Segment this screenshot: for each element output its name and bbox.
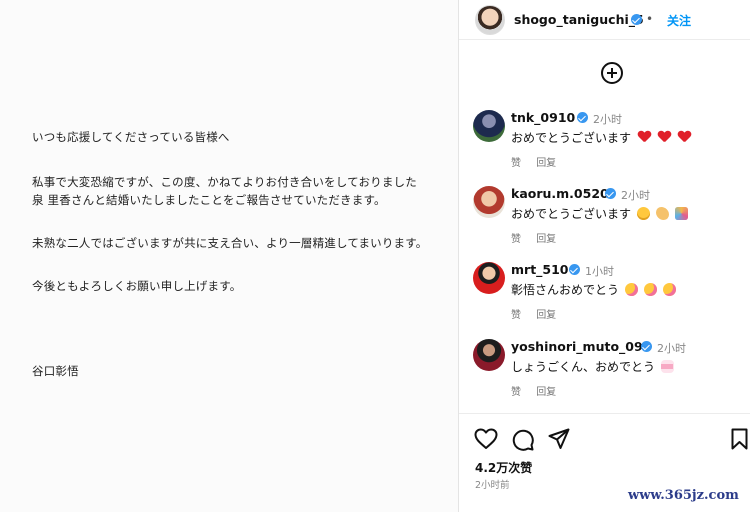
reply-button[interactable]: 回复 <box>536 234 556 245</box>
commenter-avatar[interactable] <box>473 186 505 218</box>
reply-button[interactable]: 回复 <box>536 158 556 169</box>
comment-actions: 赞 回复 <box>511 230 568 245</box>
like-comment-button[interactable]: 赞 <box>511 310 521 321</box>
commenter-username[interactable]: yoshinori_muto_09 <box>511 339 643 354</box>
post-image-letter: いつも応援してくださっている皆様へ 私事で大変恐縮ですが、この度、かねてよりお付… <box>0 0 458 512</box>
red-heart-icon <box>638 131 651 143</box>
commenter-avatar[interactable] <box>473 339 505 371</box>
verified-badge-icon <box>569 264 580 275</box>
like-heart-icon[interactable] <box>474 428 498 450</box>
verified-badge-icon <box>605 188 616 199</box>
red-heart-icon <box>658 131 671 143</box>
comment-actions: 赞 回复 <box>511 383 568 398</box>
comment-actions: 赞 回复 <box>511 154 568 169</box>
save-bookmark-icon[interactable] <box>731 428 748 450</box>
comment-text: おめでとうございます <box>511 205 688 222</box>
separator-dot: • <box>646 12 654 26</box>
letter-line: 未熟な二人ではございますが共に支え合い、より一層精進してまいります。 <box>32 236 428 250</box>
post-side-panel: shogo_taniguchi_5 • 关注 tnk_0910 2小时 おめでと… <box>459 0 750 512</box>
follow-button[interactable]: 关注 <box>667 12 691 29</box>
add-plus-icon[interactable] <box>601 62 623 84</box>
face-blowing-kiss-icon <box>643 283 657 296</box>
comment-time: 2小时 <box>657 342 686 355</box>
commenter-username[interactable]: tnk_0910 <box>511 110 575 125</box>
action-bar-divider <box>459 413 750 414</box>
like-comment-button[interactable]: 赞 <box>511 158 521 169</box>
face-blowing-kiss-icon <box>624 283 638 296</box>
reply-button[interactable]: 回复 <box>536 387 556 398</box>
letter-signature: 谷口彰悟 <box>32 364 79 378</box>
commenter-username[interactable]: kaoru.m.0520 <box>511 186 609 201</box>
comment-time: 1小时 <box>585 265 614 278</box>
ribbon-icon <box>660 360 674 373</box>
comment-item: mrt_510 1小时 彰悟さんおめでとう 赞 回复 <box>459 262 750 340</box>
post-header: shogo_taniguchi_5 • 关注 <box>459 0 750 40</box>
comment-text-body: おめでとうございます <box>511 131 632 145</box>
author-avatar[interactable] <box>475 5 505 35</box>
comment-text-body: おめでとうございます <box>511 207 632 221</box>
comment-item: yoshinori_muto_09 2小时 しょうごくん、おめでとう 赞 回复 <box>459 339 750 417</box>
comment-actions: 赞 回复 <box>511 306 568 321</box>
likes-count[interactable]: 4.2万次赞 <box>475 459 532 476</box>
comment-text-body: 彰悟さんおめでとう <box>511 283 620 297</box>
comment-time: 2小时 <box>593 113 622 126</box>
comment-item: kaoru.m.0520 2小时 おめでとうございます 赞 回复 <box>459 186 750 264</box>
comment-text: おめでとうございます <box>511 129 691 146</box>
letter-line: 泉 里香さんと結婚いたしましたことをご報告させていただきます。 <box>32 193 386 207</box>
clapping-hands-icon <box>655 207 669 220</box>
comment-text-body: しょうごくん、おめでとう <box>511 360 656 374</box>
author-username[interactable]: shogo_taniguchi_5 <box>514 12 644 27</box>
watermark: www.365jz.com <box>624 488 743 503</box>
party-popper-icon <box>674 207 688 220</box>
red-heart-icon <box>678 131 691 143</box>
verified-badge-icon <box>577 112 588 123</box>
reply-button[interactable]: 回复 <box>536 310 556 321</box>
commenter-username[interactable]: mrt_510 <box>511 262 569 277</box>
comment-bubble-icon[interactable] <box>511 428 534 451</box>
post-timestamp: 2小时前 <box>475 480 510 491</box>
smiling-face-with-heart-eyes-icon <box>636 207 650 220</box>
like-comment-button[interactable]: 赞 <box>511 234 521 245</box>
comment-text: しょうごくん、おめでとう <box>511 358 674 375</box>
comment-text: 彰悟さんおめでとう <box>511 281 676 298</box>
comment-item: tnk_0910 2小时 おめでとうございます 赞 回复 <box>459 110 750 188</box>
verified-badge-icon <box>641 341 652 352</box>
letter-line: 今後ともよろしくお願い申し上げます。 <box>32 279 242 293</box>
verified-badge-icon <box>631 14 642 25</box>
face-blowing-kiss-icon <box>662 283 676 296</box>
like-comment-button[interactable]: 赞 <box>511 387 521 398</box>
commenter-avatar[interactable] <box>473 262 505 294</box>
commenter-avatar[interactable] <box>473 110 505 142</box>
letter-line: いつも応援してくださっている皆様へ <box>32 130 230 144</box>
letter-line: 私事で大変恐縮ですが、この度、かねてよりお付き合いをしておりました <box>32 175 417 189</box>
comment-time: 2小时 <box>621 189 650 202</box>
share-send-icon[interactable] <box>548 428 570 450</box>
